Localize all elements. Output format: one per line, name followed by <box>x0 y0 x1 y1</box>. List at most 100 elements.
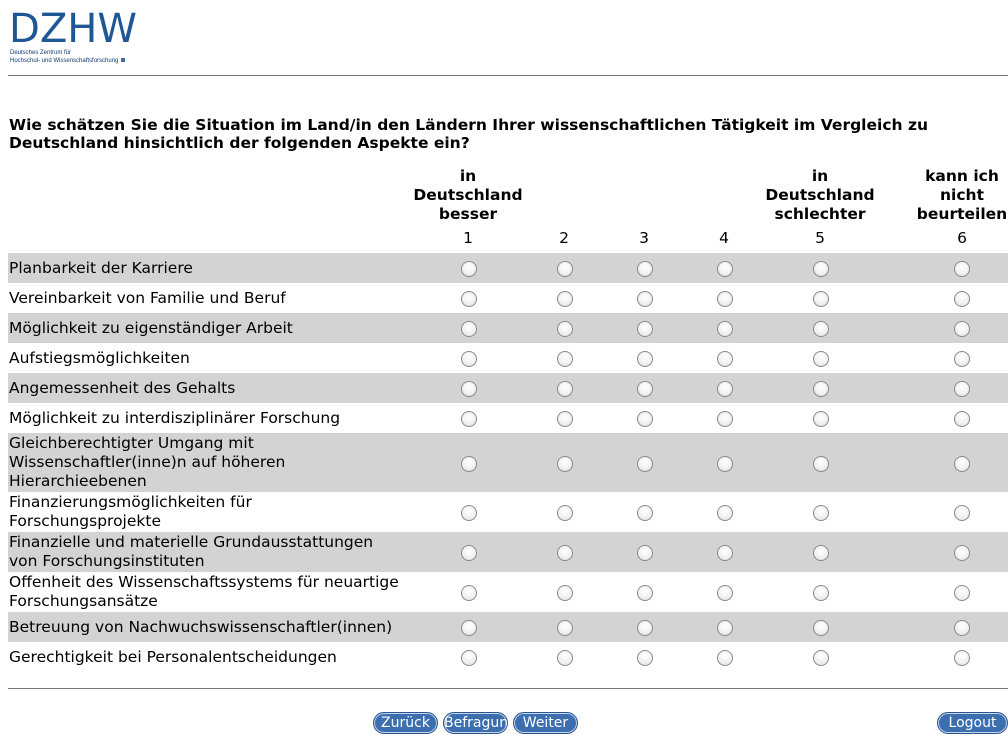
radio-option-6[interactable] <box>954 381 970 397</box>
radio-option-3[interactable] <box>637 505 653 521</box>
radio-option-4[interactable] <box>717 545 733 561</box>
radio-option-4[interactable] <box>717 411 733 427</box>
radio-option-6[interactable] <box>954 351 970 367</box>
radio-option-2[interactable] <box>557 505 573 521</box>
logout-button[interactable]: Logout <box>937 712 1008 734</box>
matrix-row: Aufstiegsmöglichkeiten <box>8 343 1008 373</box>
radio-option-2[interactable] <box>557 411 573 427</box>
radio-option-6[interactable] <box>954 261 970 277</box>
radio-option-2[interactable] <box>557 585 573 601</box>
radio-option-6[interactable] <box>954 545 970 561</box>
radio-option-3[interactable] <box>637 411 653 427</box>
matrix-row: Finanzierungsmöglichkeiten für Forschung… <box>8 492 1008 532</box>
radio-option-2[interactable] <box>557 291 573 307</box>
radio-option-1[interactable] <box>461 411 477 427</box>
radio-option-1[interactable] <box>461 620 477 636</box>
radio-option-1[interactable] <box>461 351 477 367</box>
radio-option-1[interactable] <box>461 585 477 601</box>
radio-option-5[interactable] <box>813 456 829 472</box>
radio-option-6[interactable] <box>954 411 970 427</box>
matrix-row-label: Möglichkeit zu interdisziplinärer Forsch… <box>9 408 341 427</box>
radio-option-5[interactable] <box>813 585 829 601</box>
radio-option-2[interactable] <box>557 261 573 277</box>
radio-option-2[interactable] <box>557 620 573 636</box>
radio-option-6[interactable] <box>954 505 970 521</box>
radio-option-6[interactable] <box>954 585 970 601</box>
radio-option-5[interactable] <box>813 620 829 636</box>
matrix-row-label: Möglichkeit zu eigenständiger Arbeit <box>9 318 293 337</box>
radio-option-5[interactable] <box>813 291 829 307</box>
header-col-5: in Deutschland schlechter <box>765 167 875 223</box>
radio-option-3[interactable] <box>637 456 653 472</box>
radio-option-4[interactable] <box>717 650 733 666</box>
matrix-row-label: Finanzierungsmöglichkeiten für Forschung… <box>9 493 252 530</box>
bottom-divider <box>8 688 1008 689</box>
radio-option-4[interactable] <box>717 321 733 337</box>
radio-option-1[interactable] <box>461 261 477 277</box>
matrix-row: Betreuung von Nachwuchswissenschaftler(i… <box>8 612 1008 642</box>
survey-button[interactable]: Befragung <box>443 712 508 734</box>
dzhw-wordmark: DZHW <box>9 9 137 47</box>
radio-option-1[interactable] <box>461 505 477 521</box>
radio-option-2[interactable] <box>557 650 573 666</box>
matrix-row-label: Betreuung von Nachwuchswissenschaftler(i… <box>9 617 393 636</box>
radio-option-3[interactable] <box>637 351 653 367</box>
radio-option-4[interactable] <box>717 261 733 277</box>
logo-subtitle: Deutsches Zentrum für Hochschul- und Wis… <box>10 49 126 65</box>
radio-option-6[interactable] <box>954 456 970 472</box>
radio-option-3[interactable] <box>637 291 653 307</box>
matrix-row-label: Gleichberechtigter Umgang mit Wissenscha… <box>9 434 286 490</box>
matrix-row-label: Offenheit des Wissenschaftssystems für n… <box>9 573 399 610</box>
radio-option-3[interactable] <box>637 585 653 601</box>
radio-option-2[interactable] <box>557 545 573 561</box>
dzhw-logo: DZHW Deutsches Zentrum für Hochschul- un… <box>9 9 149 69</box>
next-button[interactable]: Weiter <box>513 712 578 734</box>
matrix-row: Gleichberechtigter Umgang mit Wissenscha… <box>8 433 1008 492</box>
back-button[interactable]: Zurück <box>373 712 438 734</box>
radio-option-4[interactable] <box>717 456 733 472</box>
scale-number-2: 2 <box>559 229 569 247</box>
radio-option-1[interactable] <box>461 321 477 337</box>
radio-option-3[interactable] <box>637 261 653 277</box>
radio-option-1[interactable] <box>461 456 477 472</box>
radio-option-4[interactable] <box>717 291 733 307</box>
radio-option-4[interactable] <box>717 505 733 521</box>
radio-option-5[interactable] <box>813 381 829 397</box>
radio-option-5[interactable] <box>813 321 829 337</box>
radio-option-2[interactable] <box>557 456 573 472</box>
radio-option-5[interactable] <box>813 505 829 521</box>
radio-option-6[interactable] <box>954 620 970 636</box>
radio-option-3[interactable] <box>637 650 653 666</box>
radio-option-1[interactable] <box>461 545 477 561</box>
matrix-row: Möglichkeit zu eigenständiger Arbeit <box>8 313 1008 343</box>
radio-option-4[interactable] <box>717 585 733 601</box>
radio-option-3[interactable] <box>637 620 653 636</box>
radio-option-1[interactable] <box>461 381 477 397</box>
radio-option-6[interactable] <box>954 321 970 337</box>
radio-option-2[interactable] <box>557 381 573 397</box>
radio-option-6[interactable] <box>954 650 970 666</box>
radio-option-5[interactable] <box>813 411 829 427</box>
radio-option-3[interactable] <box>637 321 653 337</box>
matrix-row-label: Angemessenheit des Gehalts <box>9 378 236 397</box>
radio-option-2[interactable] <box>557 321 573 337</box>
matrix-row: Möglichkeit zu interdisziplinärer Forsch… <box>8 403 1008 433</box>
radio-option-4[interactable] <box>717 620 733 636</box>
radio-option-3[interactable] <box>637 545 653 561</box>
scale-number-5: 5 <box>815 229 825 247</box>
radio-option-6[interactable] <box>954 291 970 307</box>
radio-option-5[interactable] <box>813 351 829 367</box>
radio-option-2[interactable] <box>557 351 573 367</box>
radio-option-1[interactable] <box>461 291 477 307</box>
matrix-row-label: Aufstiegsmöglichkeiten <box>9 348 190 367</box>
radio-option-1[interactable] <box>461 650 477 666</box>
radio-option-5[interactable] <box>813 261 829 277</box>
header-col-6: kann ich nicht beurteilen <box>916 167 1008 223</box>
radio-option-5[interactable] <box>813 650 829 666</box>
logo-line-1: Deutsches Zentrum für <box>10 50 72 56</box>
matrix-row-label: Vereinbarkeit von Familie und Beruf <box>9 288 286 307</box>
radio-option-4[interactable] <box>717 381 733 397</box>
radio-option-5[interactable] <box>813 545 829 561</box>
radio-option-3[interactable] <box>637 381 653 397</box>
radio-option-4[interactable] <box>717 351 733 367</box>
